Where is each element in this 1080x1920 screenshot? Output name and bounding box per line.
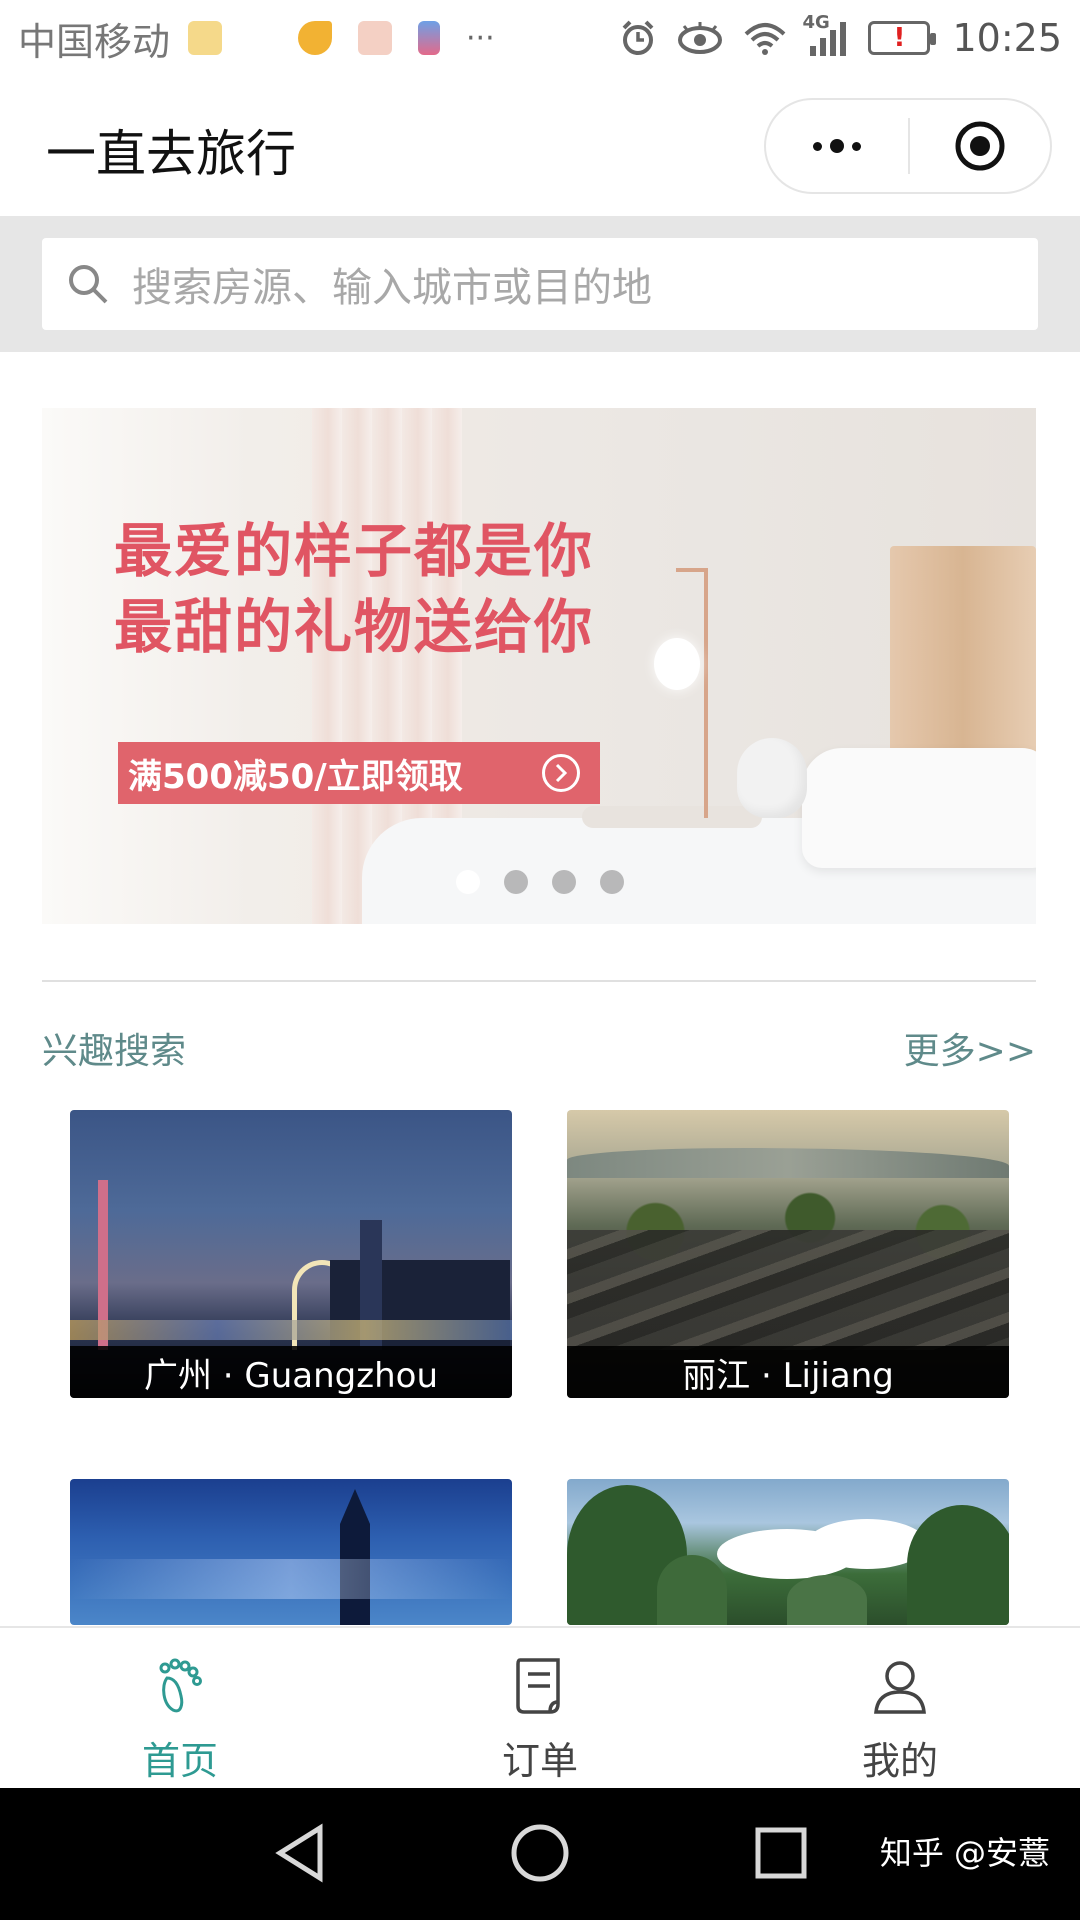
tab-label: 我的 xyxy=(861,1739,938,1783)
skyscraper xyxy=(340,1489,370,1625)
tab-home[interactable]: 首页 xyxy=(0,1628,360,1788)
mini-program-capsule xyxy=(764,98,1052,194)
back-icon[interactable] xyxy=(272,1822,328,1884)
lamp-arm xyxy=(676,568,708,572)
status-right: 4G ! 10:25 xyxy=(618,12,1062,60)
battery-alert: ! xyxy=(893,23,906,53)
karst-peak xyxy=(907,1505,1009,1625)
tab-label: 订单 xyxy=(501,1739,578,1783)
close-mini-program-button[interactable] xyxy=(910,100,1050,192)
close-target-icon xyxy=(955,121,1005,171)
search-input[interactable]: 搜索房源、输入城市或目的地 xyxy=(42,238,1038,330)
bird-notification-icon xyxy=(298,21,333,55)
vase xyxy=(737,738,807,818)
tab-label: 首页 xyxy=(141,1739,218,1783)
title-bar: 一直去旅行 xyxy=(0,76,1080,216)
promo-headline-2: 最甜的礼物送给你 xyxy=(114,593,595,661)
wifi-icon xyxy=(745,23,786,55)
interest-section-title: 兴趣搜索 xyxy=(42,1031,187,1072)
karst-peak xyxy=(787,1575,867,1625)
battery-icon: ! xyxy=(868,21,937,55)
gift-notification-icon xyxy=(418,21,441,55)
carousel-dot[interactable] xyxy=(504,870,528,894)
lamp-pole xyxy=(704,568,708,818)
city-card-third[interactable] xyxy=(70,1479,512,1625)
status-left: 中国移动 ··· xyxy=(18,11,495,66)
more-notifications-icon: ··· xyxy=(466,20,495,56)
city-card-lijiang[interactable]: 丽江 · Lijiang xyxy=(567,1110,1009,1398)
watermark: 知乎 @安薏 xyxy=(879,1834,1050,1872)
page-title: 一直去旅行 xyxy=(46,125,296,183)
karst-peak xyxy=(657,1555,727,1625)
more-dot-center xyxy=(830,139,844,153)
signal-bars-icon xyxy=(810,22,847,56)
carrier-name: 中国移动 xyxy=(18,19,171,64)
signal-indicator: 4G xyxy=(802,12,850,58)
more-dots-icon xyxy=(813,141,822,151)
city-card-guangzhou[interactable]: 广州 · Guangzhou xyxy=(70,1110,512,1398)
mountains xyxy=(567,1148,1009,1178)
arrow-right-icon xyxy=(542,754,580,792)
carousel-dot[interactable] xyxy=(456,870,480,894)
home-icon[interactable] xyxy=(510,1822,570,1884)
app-notification-icon xyxy=(358,21,393,55)
carousel-indicators xyxy=(456,870,624,894)
section-divider xyxy=(42,980,1036,982)
system-nav-bar: 知乎 @安薏 xyxy=(0,1788,1080,1920)
old-town-roofs xyxy=(567,1230,1009,1350)
search-placeholder: 搜索房源、输入城市或目的地 xyxy=(132,265,652,311)
pillow xyxy=(802,748,1036,868)
city-caption: 广州 · Guangzhou xyxy=(70,1346,512,1398)
order-icon xyxy=(516,1658,560,1714)
user-icon xyxy=(874,1661,926,1714)
coupon-label: 满500减50/立即领取 xyxy=(128,756,463,797)
lamp-bulb xyxy=(654,638,700,690)
tab-orders[interactable]: 订单 xyxy=(360,1628,720,1788)
city-caption: 丽江 · Lijiang xyxy=(567,1346,1009,1398)
alarm-icon xyxy=(623,20,654,55)
eye-icon xyxy=(678,22,723,54)
footprint-icon xyxy=(159,1658,202,1713)
city-lights xyxy=(70,1320,512,1340)
window-light xyxy=(42,408,342,924)
cloud-streaks xyxy=(70,1559,512,1599)
more-menu-button[interactable] xyxy=(766,100,908,192)
clock-time: 10:25 xyxy=(952,16,1062,60)
recent-apps-icon[interactable] xyxy=(754,1826,808,1880)
search-area: 搜索房源、输入城市或目的地 xyxy=(0,216,1080,352)
more-link[interactable]: 更多>> xyxy=(904,1022,1036,1074)
notification-icons: ··· xyxy=(298,21,495,56)
carousel-dot[interactable] xyxy=(552,870,576,894)
more-dot-right xyxy=(852,141,861,151)
tab-profile[interactable]: 我的 xyxy=(720,1628,1080,1788)
notification-app-icon xyxy=(188,21,223,55)
coupon-button[interactable]: 满500减50/立即领取 xyxy=(118,742,600,804)
bottom-tab-bar: 首页 订单 我的 xyxy=(0,1626,1080,1788)
side-table xyxy=(582,806,762,828)
city-card-fourth[interactable] xyxy=(567,1479,1009,1625)
carousel-dot[interactable] xyxy=(600,870,624,894)
promo-headline-1: 最爱的样子都是你 xyxy=(114,517,595,585)
promo-banner[interactable]: 最爱的样子都是你 最甜的礼物送给你 满500减50/立即领取 xyxy=(42,408,1036,924)
search-icon xyxy=(69,265,108,304)
status-bar: 中国移动 ··· 4G ! 10:25 xyxy=(0,0,1080,76)
